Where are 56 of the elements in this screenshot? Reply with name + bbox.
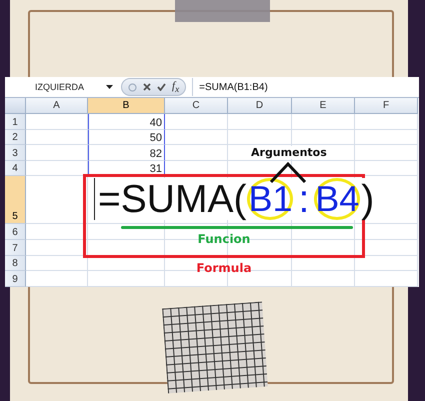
- table-cell: [355, 256, 418, 272]
- table-cell: [292, 114, 355, 130]
- row-header[interactable]: 1: [5, 114, 26, 130]
- column-header[interactable]: B: [88, 98, 165, 114]
- row-header[interactable]: 9: [5, 271, 26, 287]
- formula-field[interactable]: =SUMA(B1:B4): [192, 78, 419, 96]
- table-cell: [292, 130, 355, 145]
- table-cell: 82: [88, 145, 165, 160]
- table-cell: [165, 271, 228, 287]
- table-cell: [355, 130, 418, 145]
- table-cell: [228, 130, 292, 145]
- table-cell: [355, 224, 418, 240]
- table-cell: [26, 271, 88, 287]
- table-cell: [26, 256, 88, 272]
- row-header[interactable]: 4: [5, 160, 26, 176]
- table-cell: [26, 130, 88, 145]
- circle-icon: [128, 82, 137, 92]
- table-cell: [165, 130, 228, 145]
- arguments-label: Argumentos: [250, 146, 328, 159]
- table-cell: [355, 271, 418, 287]
- table-cell: [292, 256, 355, 272]
- column-header[interactable]: F: [355, 98, 418, 114]
- table-cell: [26, 224, 88, 240]
- formula-label: Formula: [196, 261, 252, 275]
- table-cell: [26, 176, 88, 224]
- name-box[interactable]: IZQUIERDA: [5, 78, 117, 96]
- row-header[interactable]: 3: [5, 145, 26, 160]
- dropdown-icon[interactable]: [106, 85, 113, 89]
- table-cell: [355, 145, 418, 160]
- table-cell: [26, 114, 88, 130]
- table-cell: [228, 114, 292, 130]
- table-cell: [292, 271, 355, 287]
- row-header[interactable]: 2: [5, 130, 26, 145]
- row-header[interactable]: 6: [5, 224, 26, 240]
- table-cell: 40: [88, 114, 165, 130]
- table-cell: [26, 160, 88, 176]
- table-cell: [228, 271, 292, 287]
- table-cell: 50: [88, 130, 165, 145]
- caret-lines: [269, 161, 307, 183]
- column-header[interactable]: A: [26, 98, 88, 114]
- column-header[interactable]: E: [292, 98, 355, 114]
- row-header[interactable]: 8: [5, 256, 26, 272]
- checkmark-icon[interactable]: [157, 83, 166, 91]
- column-header[interactable]: C: [165, 98, 228, 114]
- table-cell: [165, 114, 228, 130]
- row-header[interactable]: 5: [5, 176, 26, 224]
- insert-function-button[interactable]: f$_{x}$: [172, 80, 180, 94]
- close-icon[interactable]: [143, 83, 151, 91]
- table-cell: 31: [88, 160, 165, 176]
- table-cell: [26, 145, 88, 160]
- table-cell: [355, 114, 418, 130]
- column-header[interactable]: D: [228, 98, 292, 114]
- row-header[interactable]: 7: [5, 240, 26, 256]
- table-cell: [26, 240, 88, 256]
- function-label: Funcion: [198, 232, 250, 246]
- table-cell: [165, 145, 228, 160]
